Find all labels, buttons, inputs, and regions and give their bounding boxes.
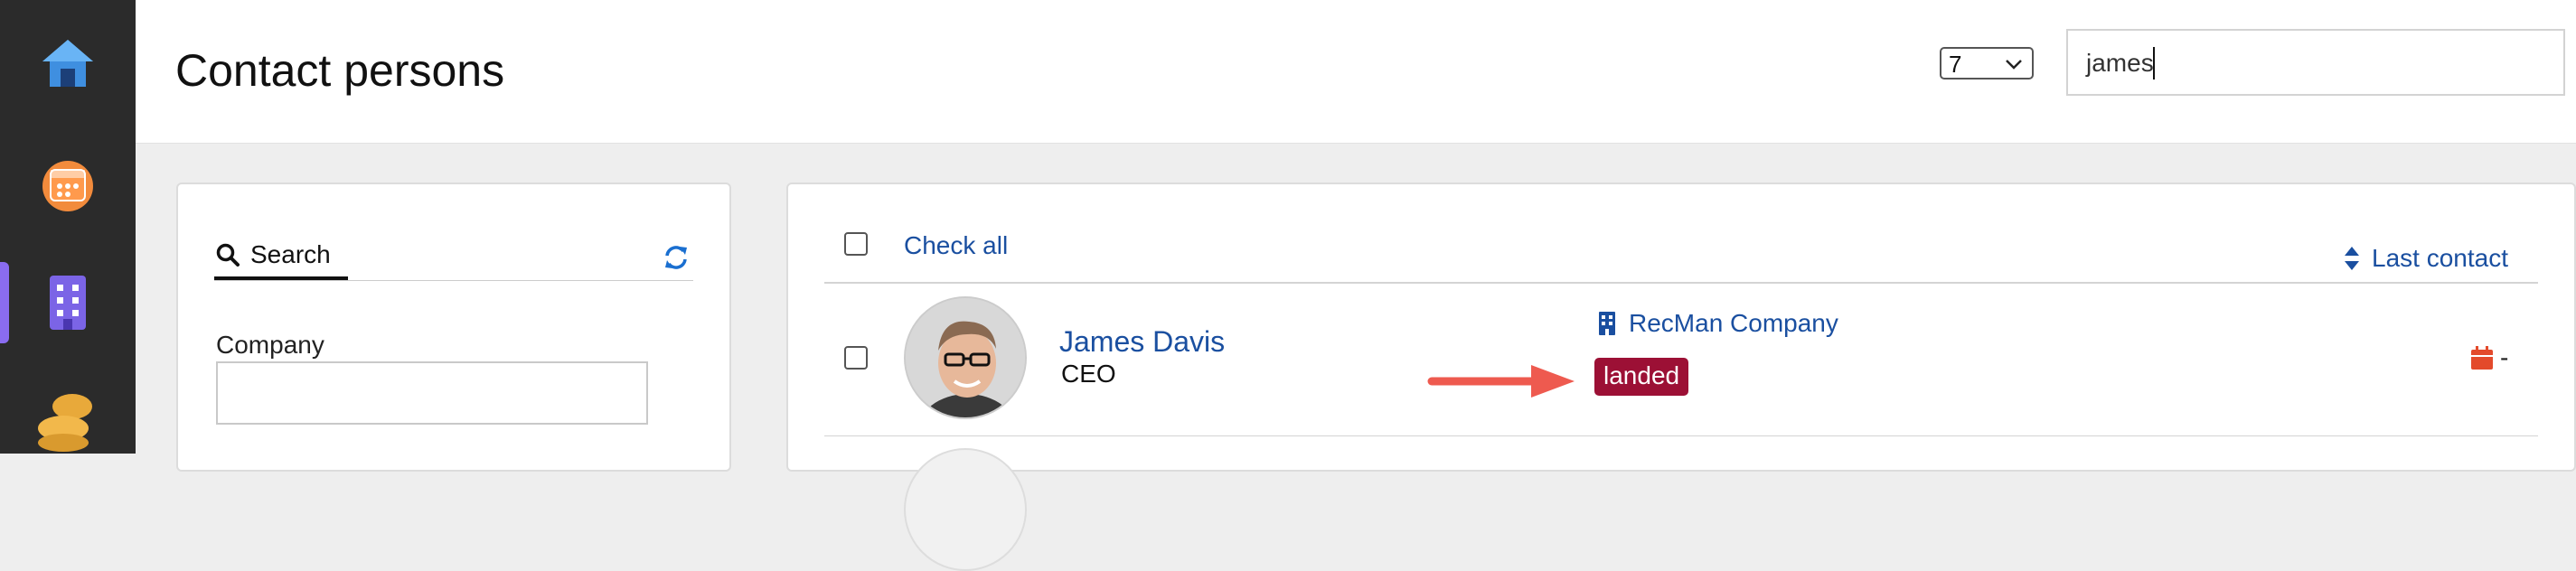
status-badge: landed: [1594, 358, 1689, 396]
avatar[interactable]: [904, 296, 1027, 419]
arrow-annotation-icon: [1427, 365, 1575, 398]
company-filter-input[interactable]: [216, 361, 648, 425]
company-filter-label: Company: [216, 331, 324, 359]
top-bar: Contact persons 7 james: [136, 0, 2576, 144]
row-divider: [824, 435, 2538, 436]
coins-icon: [38, 394, 92, 452]
last-contact-value: -: [2500, 343, 2509, 371]
company-name: RecMan Company: [1629, 309, 1838, 337]
row-checkbox[interactable]: [844, 346, 868, 370]
home-icon: [42, 40, 93, 87]
sort-label: Last contact: [2372, 244, 2508, 272]
page-size-select[interactable]: 7: [1940, 47, 2034, 80]
search-input[interactable]: james: [2066, 29, 2565, 96]
refresh-icon: [665, 246, 687, 269]
refresh-button[interactable]: [663, 244, 690, 276]
sort-last-contact[interactable]: Last contact: [2345, 244, 2508, 273]
list-header-divider: [824, 282, 2538, 284]
page-title: Contact persons: [175, 45, 505, 96]
tab-divider: [214, 280, 693, 281]
avatar[interactable]: [904, 448, 1027, 571]
results-panel: Check all Last contact James Davis CEO R…: [786, 183, 2576, 571]
sort-icon: [2345, 247, 2359, 270]
company-link[interactable]: RecMan Company: [1598, 309, 1838, 338]
search-icon: [216, 243, 240, 267]
person-photo: [906, 298, 1025, 417]
tab-search[interactable]: Search: [216, 240, 331, 269]
tab-search-label: Search: [250, 240, 331, 268]
calendar-icon: [42, 161, 93, 211]
nav-calendar[interactable]: [0, 134, 136, 233]
building-icon: [1599, 312, 1615, 335]
check-all-checkbox[interactable]: [844, 232, 868, 256]
nav-finance[interactable]: [0, 372, 136, 472]
calendar-icon: [2471, 346, 2493, 370]
nav-home[interactable]: [0, 14, 136, 113]
text-caret: [2153, 47, 2155, 80]
contact-title: CEO: [1061, 360, 1116, 388]
filter-panel: Search Company: [176, 183, 731, 472]
sidebar: [0, 0, 136, 454]
search-input-value: james: [2086, 49, 2154, 77]
nav-companies[interactable]: [0, 253, 136, 352]
building-icon: [50, 276, 86, 330]
last-contact: -: [2471, 343, 2508, 372]
chevron-down-icon: [2006, 60, 2022, 70]
contact-name-link[interactable]: James Davis: [1059, 325, 1225, 359]
page-size-value: 7: [1949, 51, 1962, 78]
check-all-link[interactable]: Check all: [904, 231, 1008, 260]
